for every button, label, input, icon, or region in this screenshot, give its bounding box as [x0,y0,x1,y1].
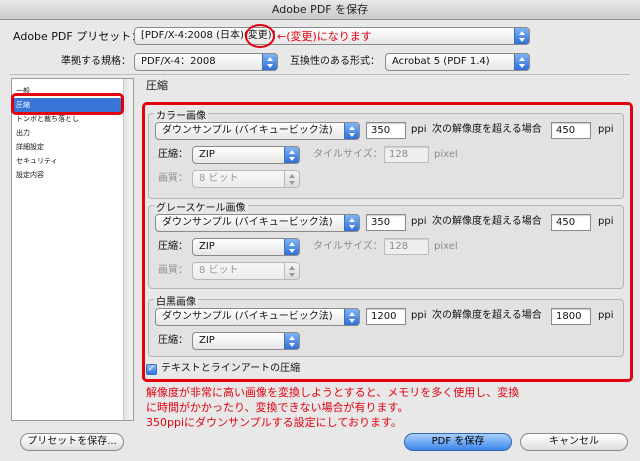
window-title: Adobe PDF を保存 [271,3,369,16]
popup-arrows-icon [262,54,277,70]
annotation-line-3: 350ppiにダウンサンプルする設定にしております。 [146,416,402,429]
sidebar-item-security[interactable]: セキュリティ [14,154,122,168]
window-title-bar[interactable]: Adobe PDF を保存 [0,0,640,20]
standard-label: 準拠する規格： [61,56,131,67]
sidebar-item-advanced[interactable]: 詳細設定 [14,140,122,154]
sidebar-item-summary[interactable]: 設定内容 [14,168,122,182]
popup-arrows-icon [514,54,529,70]
annotation-line-2: に時間がかかったり、変換できない場合が有ります。 [146,401,409,414]
highlight-box-sidebar [11,93,124,115]
compat-label: 互換性のある形式： [290,56,380,67]
standard-select[interactable]: PDF/X-4：2008 [134,53,278,71]
sidebar-scrollbar[interactable] [123,79,133,420]
divider [10,74,630,75]
highlight-box-settings [142,102,633,382]
preset-label: Adobe PDF プリセット： [13,30,143,43]
compat-select[interactable]: Acrobat 5 (PDF 1.4) [385,53,530,71]
category-list[interactable]: 一般 圧縮 トンボと裁ち落とし 出力 詳細設定 セキュリティ 設定内容 [11,78,134,421]
save-preset-button[interactable]: プリセットを保存... [20,433,124,451]
sidebar-item-output[interactable]: 出力 [14,126,122,140]
highlight-circle [245,24,275,48]
compat-value: Acrobat 5 (PDF 1.4) [392,56,490,67]
popup-arrows-icon [514,28,529,44]
save-pdf-button[interactable]: PDF を保存 [404,433,512,451]
section-heading: 圧縮 [146,79,168,92]
standard-value: PDF/X-4：2008 [141,56,216,67]
annotation-line-1: 解像度が非常に高い画像を変換しようとすると、メモリを多く使用し、変換 [146,386,520,399]
cancel-button[interactable]: キャンセル [520,433,628,451]
annotation-top: ←(変更)になります [277,30,372,43]
